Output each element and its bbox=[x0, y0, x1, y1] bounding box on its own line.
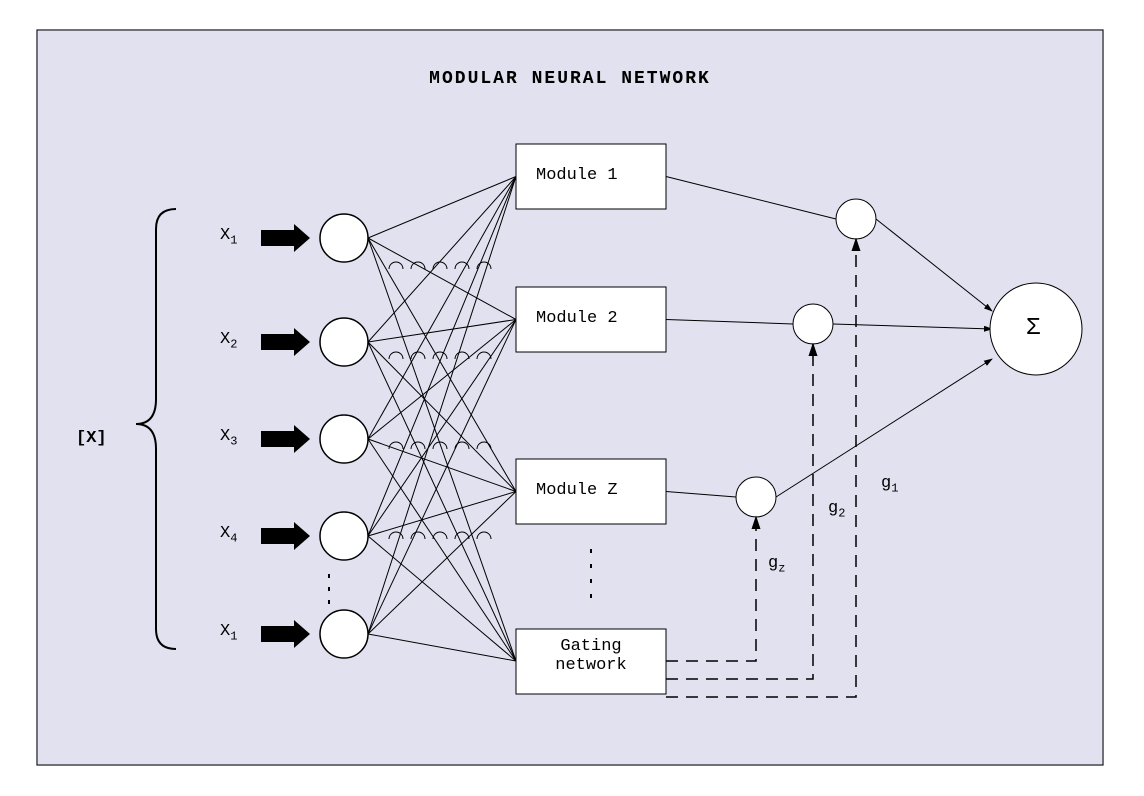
module-label-0: Module 1 bbox=[536, 166, 618, 185]
module-label-1: Module 2 bbox=[536, 309, 618, 328]
gate-label-gz: gz bbox=[768, 554, 785, 575]
input-label-2: X3 bbox=[220, 427, 237, 448]
input-label-4: X1 bbox=[220, 622, 237, 643]
input-vector-label: [X] bbox=[76, 429, 107, 448]
input-label-3: X4 bbox=[220, 524, 237, 545]
gating-label: Gating network bbox=[534, 637, 648, 675]
sum-symbol: Σ bbox=[1026, 315, 1040, 342]
input-label-0: X1 bbox=[220, 226, 237, 247]
gate-label-g1: g1 bbox=[881, 474, 898, 495]
module-label-2: Module Z bbox=[536, 481, 618, 500]
gate-label-g2: g2 bbox=[828, 499, 845, 520]
input-label-1: X2 bbox=[220, 330, 237, 351]
